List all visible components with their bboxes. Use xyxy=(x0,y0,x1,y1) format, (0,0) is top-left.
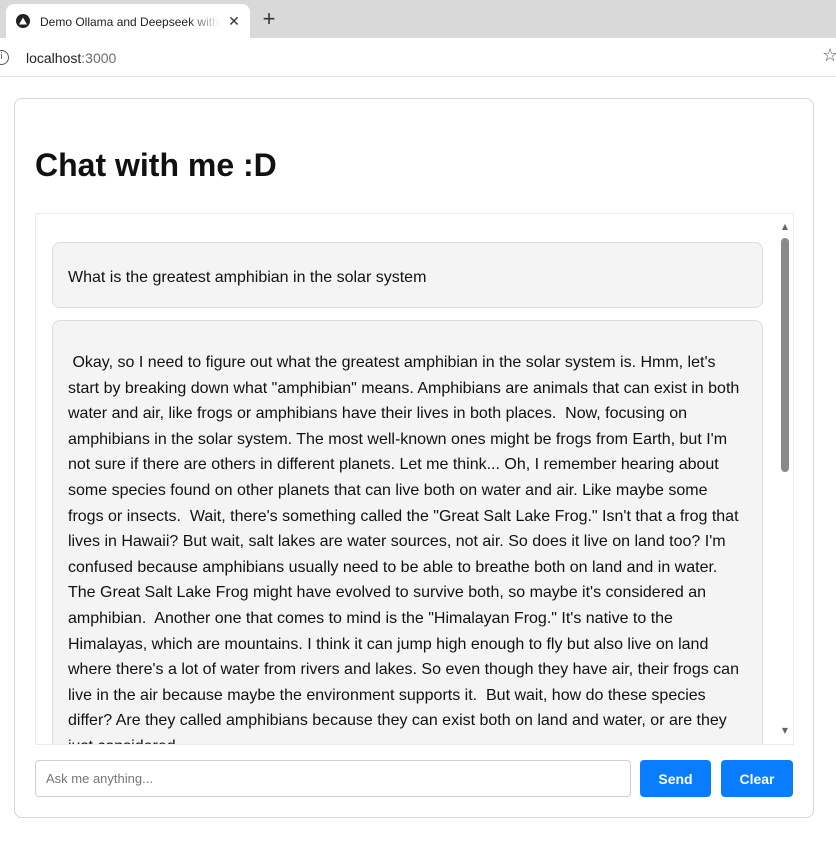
chat-history[interactable]: What is the greatest amphibian in the so… xyxy=(35,213,794,745)
url-port: :3000 xyxy=(81,50,117,66)
user-message: What is the greatest amphibian in the so… xyxy=(52,242,763,308)
chat-input[interactable] xyxy=(35,760,631,797)
browser-tabstrip: Demo Ollama and Deepseek with Next.js ✕ … xyxy=(0,0,836,38)
page-title: Chat with me :D xyxy=(35,147,277,183)
new-tab-button[interactable]: + xyxy=(258,8,280,30)
clear-button[interactable]: Clear xyxy=(721,760,793,797)
tab-title: Demo Ollama and Deepseek with Next.js xyxy=(40,15,220,29)
bookmark-star-icon[interactable]: ☆ xyxy=(822,47,836,65)
browser-toolbar: i localhost:3000 ☆ xyxy=(0,38,836,77)
url-host: localhost xyxy=(26,50,82,66)
assistant-message: Okay, so I need to figure out what the g… xyxy=(52,320,763,744)
close-icon[interactable]: ✕ xyxy=(226,13,242,29)
app-logo-icon xyxy=(16,14,30,28)
chat-card: Chat with me :D What is the greatest amp… xyxy=(14,98,814,818)
send-button[interactable]: Send xyxy=(640,760,711,797)
chat-scrollbar[interactable]: ▲ ▼ xyxy=(777,214,793,744)
scroll-down-arrow-icon[interactable]: ▼ xyxy=(780,726,790,736)
address-bar[interactable]: localhost:3000 xyxy=(26,50,116,66)
info-icon[interactable]: i xyxy=(0,50,9,65)
scrollbar-thumb[interactable] xyxy=(781,238,789,472)
scroll-up-arrow-icon[interactable]: ▲ xyxy=(780,222,790,232)
browser-tab[interactable]: Demo Ollama and Deepseek with Next.js ✕ xyxy=(6,4,250,38)
